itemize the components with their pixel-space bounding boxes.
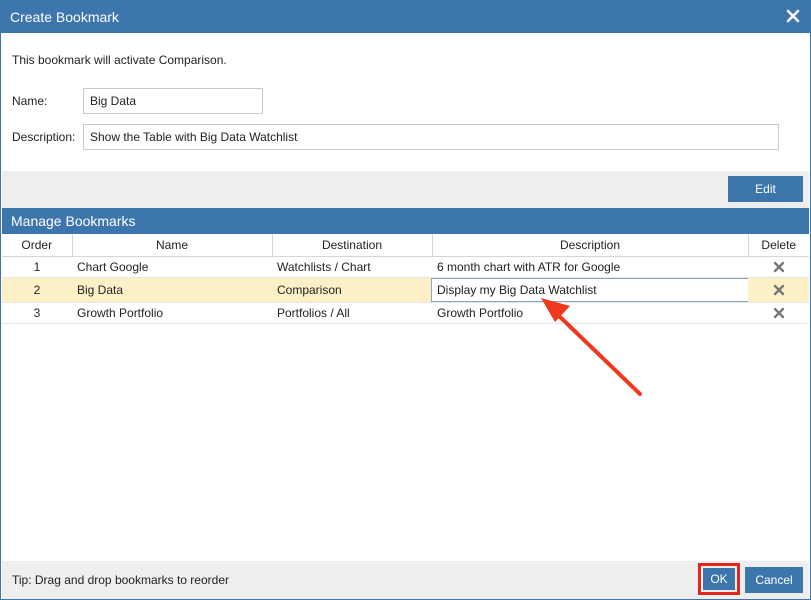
edit-bar: Edit bbox=[2, 171, 809, 208]
row-name: Growth Portfolio bbox=[72, 302, 272, 324]
row-name: Chart Google bbox=[72, 256, 272, 278]
bookmarks-table: Order Name Destination Description Delet… bbox=[2, 234, 809, 324]
dialog-footer: Tip: Drag and drop bookmarks to reorder … bbox=[2, 561, 809, 599]
name-field[interactable]: Big Data bbox=[83, 88, 263, 114]
column-header-description[interactable]: Description bbox=[431, 234, 749, 257]
create-bookmark-dialog: Create Bookmark This bookmark will activ… bbox=[0, 0, 811, 600]
column-header-name[interactable]: Name bbox=[71, 234, 273, 257]
manage-bookmarks-title: Manage Bookmarks bbox=[11, 213, 136, 229]
delete-x-icon[interactable] bbox=[773, 307, 785, 319]
row-description: Growth Portfolio bbox=[432, 302, 748, 324]
row-delete-cell bbox=[748, 302, 809, 324]
column-header-order[interactable]: Order bbox=[2, 234, 73, 257]
table-row-selected[interactable]: 2 Big Data Comparison Display my Big Dat… bbox=[2, 277, 809, 303]
row-delete-cell bbox=[748, 277, 809, 303]
row-description: 6 month chart with ATR for Google bbox=[432, 256, 748, 278]
column-header-destination[interactable]: Destination bbox=[271, 234, 433, 257]
row-order: 3 bbox=[2, 302, 72, 324]
manage-bookmarks-header: Manage Bookmarks bbox=[2, 208, 809, 234]
description-edit-input[interactable]: Display my Big Data Watchlist bbox=[431, 277, 749, 302]
delete-x-icon[interactable] bbox=[773, 261, 785, 273]
table-row[interactable]: 1 Chart Google Watchlists / Chart 6 mont… bbox=[2, 256, 809, 278]
dialog-title: Create Bookmark bbox=[10, 9, 119, 25]
description-field[interactable]: Show the Table with Big Data Watchlist bbox=[83, 124, 779, 150]
delete-x-icon[interactable] bbox=[773, 284, 785, 296]
row-order: 1 bbox=[2, 256, 72, 278]
close-icon[interactable] bbox=[786, 9, 800, 23]
dialog-titlebar: Create Bookmark bbox=[1, 1, 810, 33]
description-label: Description: bbox=[12, 130, 76, 144]
name-label: Name: bbox=[12, 94, 48, 108]
table-header-row: Order Name Destination Description Delet… bbox=[2, 234, 809, 257]
row-description-cell: Display my Big Data Watchlist bbox=[431, 277, 749, 303]
reorder-tip: Tip: Drag and drop bookmarks to reorder bbox=[12, 573, 229, 587]
ok-button[interactable]: OK bbox=[703, 568, 735, 590]
row-destination: Comparison bbox=[272, 277, 432, 303]
cancel-button[interactable]: Cancel bbox=[745, 567, 803, 593]
row-destination: Portfolios / All bbox=[272, 302, 432, 324]
ok-highlight-box: OK bbox=[698, 563, 740, 595]
column-header-delete[interactable]: Delete bbox=[747, 234, 809, 257]
table-row[interactable]: 3 Growth Portfolio Portfolios / All Grow… bbox=[2, 302, 809, 324]
row-destination: Watchlists / Chart bbox=[272, 256, 432, 278]
row-delete-cell bbox=[748, 256, 809, 278]
edit-button[interactable]: Edit bbox=[728, 176, 803, 202]
row-order: 2 bbox=[2, 277, 72, 303]
row-name: Big Data bbox=[72, 277, 272, 303]
bookmark-info-text: This bookmark will activate Comparison. bbox=[12, 53, 227, 67]
